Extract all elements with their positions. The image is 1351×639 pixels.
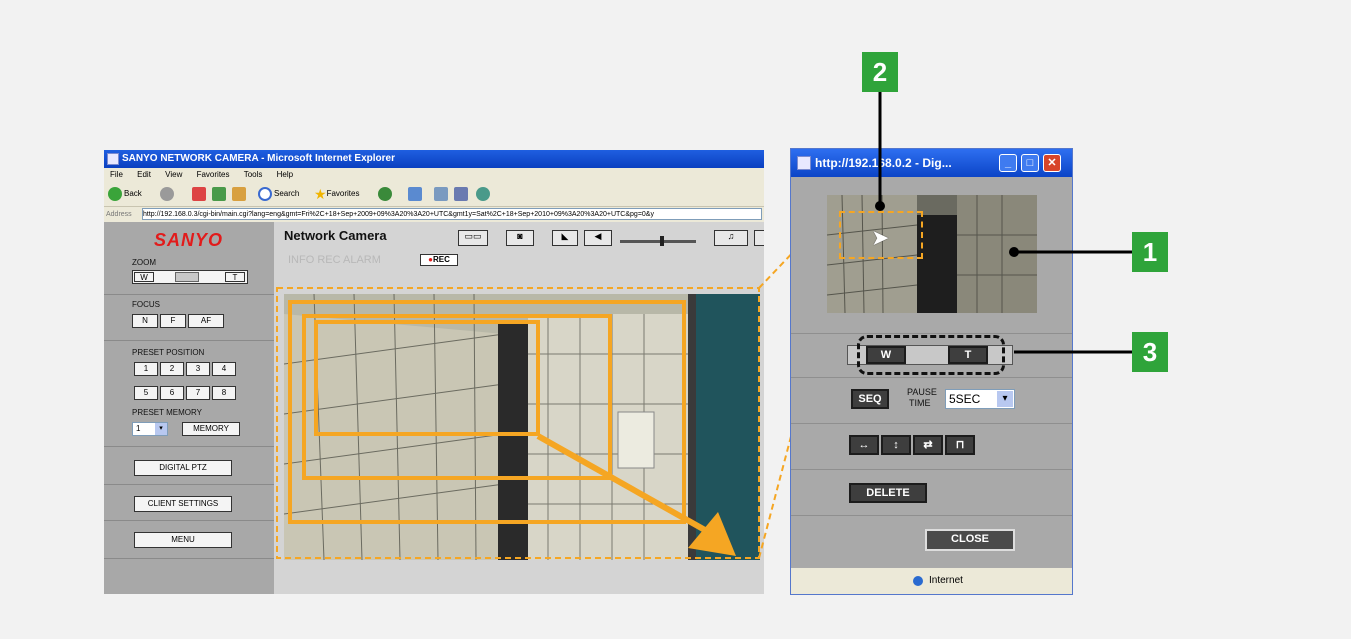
callout-2-dot xyxy=(875,201,885,211)
callout-badge-3: 3 xyxy=(1132,332,1168,372)
callout-badge-2: 2 xyxy=(862,52,898,92)
callout-1-dot xyxy=(1009,247,1019,257)
callout-badge-1: 1 xyxy=(1132,232,1168,272)
callout-lines xyxy=(875,92,1132,354)
